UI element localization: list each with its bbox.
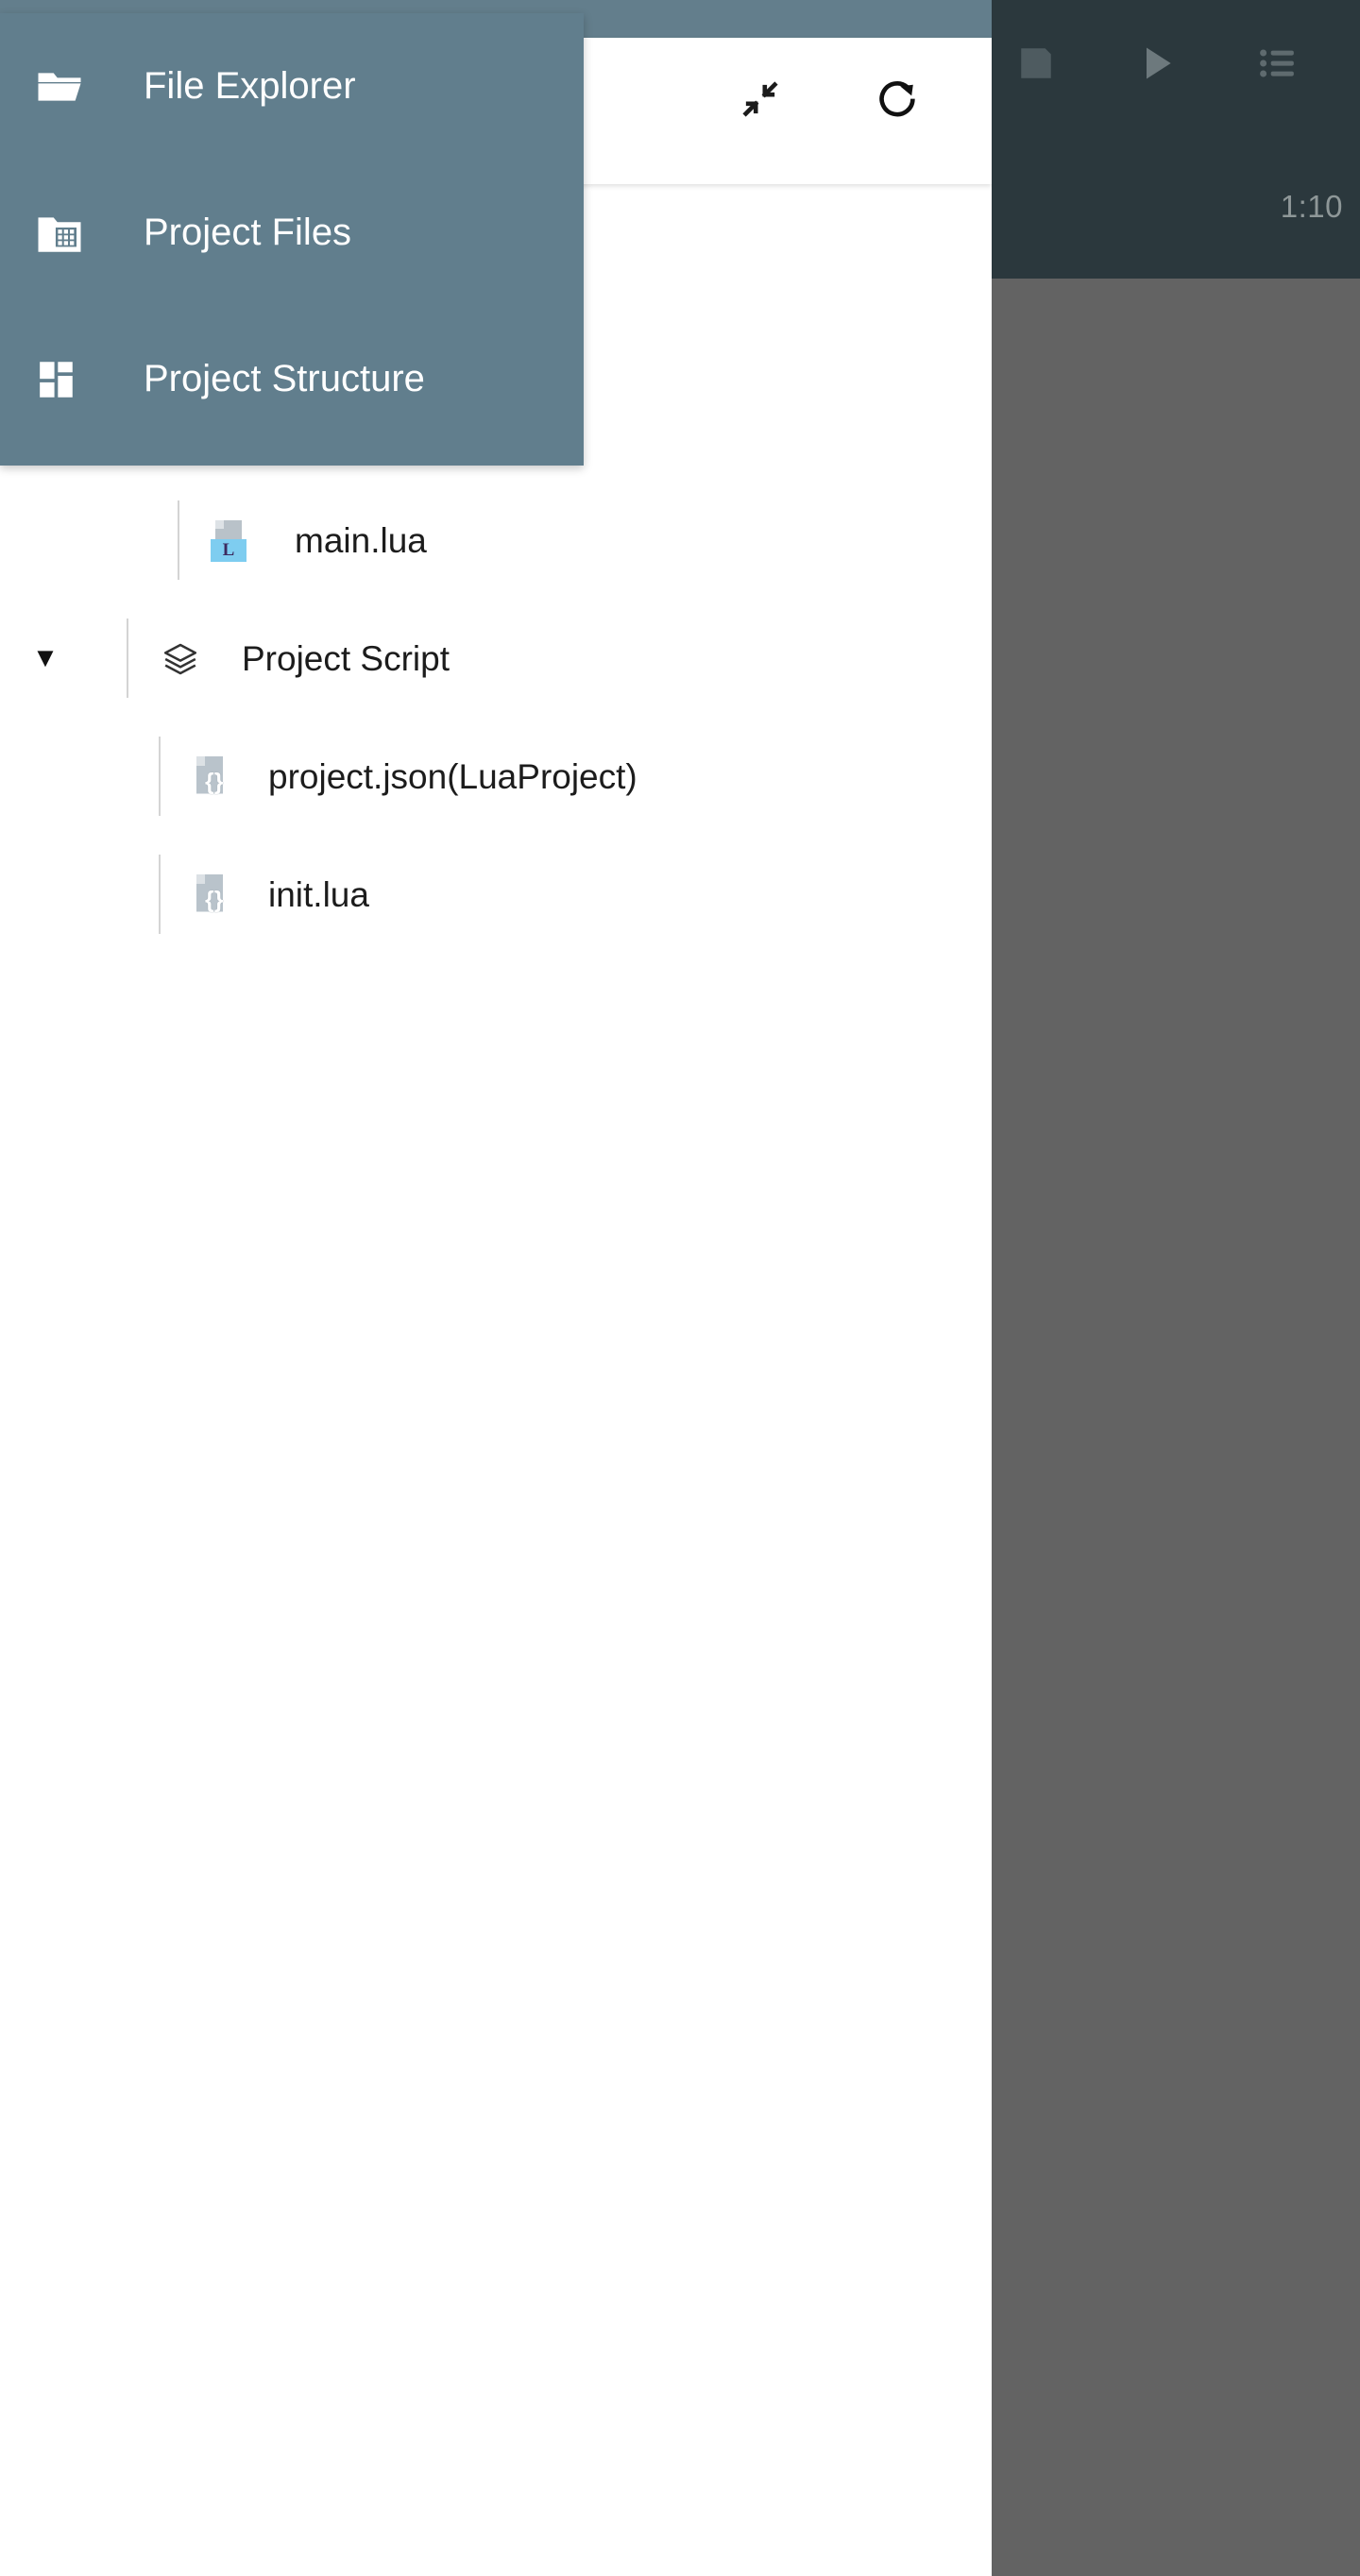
tree-row-project-script[interactable]: ▼ Project Script <box>0 600 992 718</box>
refresh-icon[interactable] <box>868 70 926 128</box>
dark-toolbar: 1:10 <box>992 0 1360 279</box>
tree-guide-line <box>127 619 128 698</box>
view-mode-menu[interactable]: File Explorer Project Files Project Stru… <box>0 13 584 466</box>
play-icon[interactable] <box>1124 30 1190 96</box>
tree-row-label: init.lua <box>268 874 369 914</box>
menu-item-label: Project Structure <box>144 358 425 399</box>
tree-guide-line <box>178 500 179 580</box>
tree-guide-line <box>159 737 161 816</box>
tree-row[interactable]: {} project.json(LuaProject) <box>0 718 992 836</box>
json-file-icon: {} <box>191 873 234 917</box>
layers-icon <box>159 637 202 681</box>
menu-item-project-structure[interactable]: Project Structure <box>0 306 584 452</box>
tree-row[interactable]: {} init.lua <box>0 836 992 954</box>
menu-item-label: File Explorer <box>144 65 356 107</box>
tree-row[interactable]: L main.lua <box>0 482 992 600</box>
session-timer: 1:10 <box>1280 189 1343 224</box>
chevron-down-icon[interactable]: ▼ <box>28 645 62 672</box>
save-icon[interactable] <box>1003 30 1069 96</box>
folder-table-icon <box>30 204 89 263</box>
app-root: (noProject) 1:10 <box>0 0 1360 2576</box>
lua-file-icon: L <box>210 519 253 563</box>
folder-open-icon <box>30 58 89 116</box>
dashboard-layout-icon <box>30 350 89 409</box>
tree-row-label: Project Script <box>242 638 450 678</box>
tree-row-label: project.json(LuaProject) <box>268 756 638 796</box>
menu-item-project-files[interactable]: Project Files <box>0 160 584 306</box>
json-file-icon: {} <box>191 755 234 799</box>
menu-item-file-explorer[interactable]: File Explorer <box>0 13 584 160</box>
content-area <box>992 0 1360 2576</box>
menu-item-label: Project Files <box>144 212 352 253</box>
collapse-arrows-icon[interactable] <box>731 70 790 128</box>
tree-row-label: main.lua <box>295 520 427 560</box>
tree-guide-line <box>159 855 161 934</box>
list-icon[interactable] <box>1245 30 1311 96</box>
